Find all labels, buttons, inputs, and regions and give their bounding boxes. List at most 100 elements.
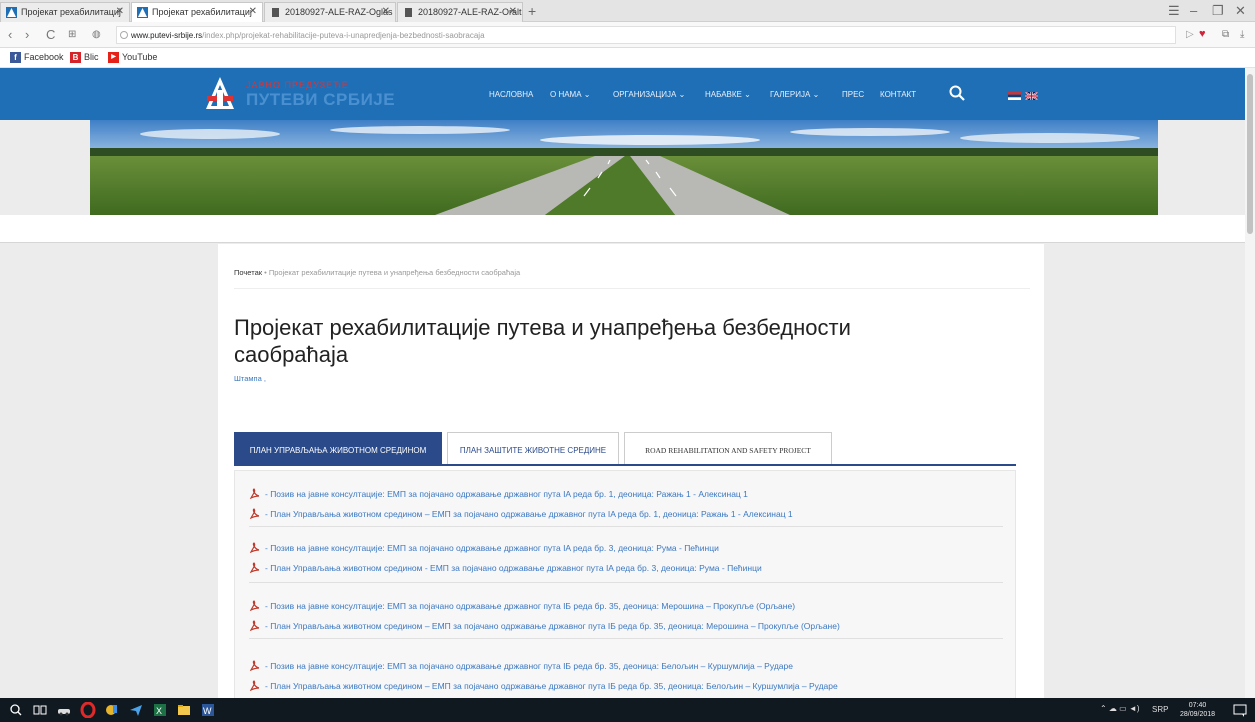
reload-icon[interactable]: C — [46, 27, 55, 42]
breadcrumb: Почетак • Пројекат рехабилитације путева… — [234, 268, 520, 277]
highway-illustration — [90, 120, 1158, 215]
breadcrumb-home[interactable]: Почетак — [234, 268, 262, 277]
document-group: - Позив на јавне консултације: ЕМП за по… — [249, 593, 1003, 639]
logo-title[interactable]: ПУТЕВИ СРБИЈЕ — [246, 90, 395, 110]
bookmark-label: Blic — [84, 52, 99, 62]
page-scrollbar[interactable] — [1245, 68, 1255, 698]
search-icon[interactable] — [8, 702, 24, 718]
tab-label: 20180927-ALE-RAZ-Oralt — [418, 7, 522, 17]
document-link[interactable]: - Позив на јавне консултације: ЕМП за по… — [249, 542, 719, 553]
nav-contact[interactable]: КОНТАКТ — [880, 90, 916, 99]
content-tabs: ПЛАН УПРАВЉАЊА ЖИВОТНОМ СРЕДИНОМ ПЛАН ЗА… — [234, 432, 1016, 466]
bookmark-facebook[interactable]: f Facebook — [10, 52, 64, 63]
restore-icon[interactable]: ❐ — [1212, 3, 1224, 19]
car-app-icon[interactable] — [56, 702, 72, 718]
notifications-icon[interactable] — [1232, 702, 1248, 718]
youtube-icon: ▶ — [108, 52, 119, 63]
document-link-text: - План Управљања животном средином – ЕМП… — [265, 621, 840, 631]
new-tab-button[interactable]: + — [528, 3, 536, 19]
site-info-icon[interactable]: ◍ — [92, 29, 101, 40]
browser-tab-strip: Пројекат рехабилитациј ✕ Пројекат рехаби… — [0, 0, 1255, 22]
scrollbar-thumb[interactable] — [1247, 74, 1253, 234]
document-icon — [405, 8, 412, 17]
tab-label: Пројекат рехабилитациј — [152, 7, 252, 17]
browser-tab-4[interactable]: 20180927-ALE-RAZ-Oralt ✕ — [397, 2, 523, 22]
file-explorer-icon[interactable] — [176, 702, 192, 718]
nav-label: НАБАВКЕ — [705, 90, 742, 99]
divider — [234, 288, 1030, 289]
tab-menu-icon[interactable]: ☰ — [1168, 3, 1180, 19]
document-link[interactable]: - План Управљања животном средином – ЕМП… — [249, 508, 793, 519]
close-tab-icon[interactable]: ✕ — [116, 6, 124, 17]
browser-tab-2[interactable]: Пројекат рехабилитациј ✕ — [131, 2, 263, 22]
nav-about[interactable]: О НАМА ⌄ — [550, 90, 591, 99]
chevron-down-icon: ⌄ — [583, 90, 591, 99]
browser-tab-3[interactable]: 20180927-ALE-RAZ-Oglas ✕ — [264, 2, 396, 22]
tab-label: 20180927-ALE-RAZ-Oglas — [285, 7, 393, 17]
document-link[interactable]: - План Управљања животном средином – ЕМП… — [249, 620, 840, 631]
snap-icon[interactable]: ▷ — [1186, 29, 1194, 40]
opera-icon[interactable] — [80, 702, 96, 718]
nav-press[interactable]: ПРЕС — [842, 90, 864, 99]
nav-procurement[interactable]: НАБАВКЕ ⌄ — [705, 90, 751, 99]
bookmark-youtube[interactable]: ▶ YouTube — [108, 52, 157, 63]
extensions-icon[interactable]: ⧉ — [1222, 29, 1229, 40]
nav-gallery[interactable]: ГАЛЕРИЈА ⌄ — [770, 90, 819, 99]
document-icon — [272, 8, 279, 17]
back-icon[interactable]: ‹ — [8, 27, 12, 42]
document-link[interactable]: - План Управљања животном средином – ЕМП… — [249, 680, 838, 691]
send-app-icon[interactable] — [128, 702, 144, 718]
tab-environmental-management-plan[interactable]: ПЛАН УПРАВЉАЊА ЖИВОТНОМ СРЕДИНОМ — [234, 432, 442, 464]
putevi-srbije-logo[interactable] — [205, 76, 235, 110]
print-link[interactable]: Штампа , — [234, 374, 266, 383]
chevron-down-icon: ⌄ — [812, 90, 820, 99]
heart-icon[interactable]: ♥ — [1199, 28, 1206, 40]
close-window-icon[interactable]: ✕ — [1235, 3, 1246, 19]
language-indicator[interactable]: SRP — [1152, 705, 1168, 714]
tab-road-rehabilitation-project[interactable]: ROAD REHABILITATION AND SAFETY PROJECT — [624, 432, 832, 464]
nav-home[interactable]: НАСЛОВНА — [489, 90, 533, 99]
close-tab-icon[interactable]: ✕ — [382, 6, 390, 17]
address-bar-row: ‹ › C ⊞ ◍ www.putevi-srbije.rs/index.php… — [0, 22, 1255, 48]
document-link[interactable]: - Позив на јавне консултације: ЕМП за по… — [249, 600, 796, 611]
url-field[interactable]: www.putevi-srbije.rs/index.php/projekat-… — [116, 26, 1176, 44]
minimize-icon[interactable]: – — [1190, 3, 1197, 18]
site-header: ЈАВНО ПРЕДУЗЕЋЕ ПУТЕВИ СРБИЈЕ НАСЛОВНА О… — [0, 68, 1255, 120]
browser-tab-1[interactable]: Пројекат рехабилитациј ✕ — [0, 2, 130, 22]
tray-icons[interactable]: ⌃ ☁ ▭ ◄) — [1100, 704, 1140, 713]
windows-taskbar: X W ⌃ ☁ ▭ ◄) SRP 07:40 28/09/2018 — [0, 698, 1255, 722]
serbian-flag-icon[interactable] — [1008, 92, 1021, 100]
document-link[interactable]: - Позив на јавне консултације: ЕМП за по… — [249, 660, 793, 671]
task-view-icon[interactable] — [32, 702, 48, 718]
url-path: /index.php/projekat-rehabilitacije-putev… — [202, 31, 485, 40]
search-icon[interactable] — [948, 84, 966, 102]
document-link[interactable]: - Позив на јавне консултације: ЕМП за по… — [249, 488, 748, 499]
close-tab-icon[interactable]: ✕ — [249, 6, 257, 17]
blic-icon: B — [70, 52, 81, 63]
close-tab-icon[interactable]: ✕ — [509, 6, 517, 17]
tab-environmental-protection-plan[interactable]: ПЛАН ЗАШТИТЕ ЖИВОТНЕ СРЕДИНЕ — [447, 432, 619, 464]
document-link-text: - Позив на јавне консултације: ЕМП за по… — [265, 661, 793, 671]
nav-label: ГАЛЕРИЈА — [770, 90, 811, 99]
document-group: - Позив на јавне консултације: ЕМП за по… — [249, 481, 1003, 527]
site-favicon-icon — [6, 7, 17, 18]
bookmark-blic[interactable]: B Blic — [70, 52, 99, 63]
excel-icon[interactable]: X — [152, 702, 168, 718]
pdf-icon — [249, 660, 260, 671]
document-link-text: - Позив на јавне консултације: ЕМП за по… — [265, 601, 796, 611]
forward-icon[interactable]: › — [25, 27, 29, 42]
tab-label: Пројекат рехабилитациј — [21, 7, 121, 17]
nav-organization[interactable]: ОРГАНИЗАЦИЈА ⌄ — [613, 90, 685, 99]
document-link-text: - План Управљања животном средином – ЕМП… — [265, 509, 793, 519]
download-icon[interactable]: ⤓ — [1240, 29, 1244, 40]
paint-app-icon[interactable] — [104, 702, 120, 718]
clock-date: 28/09/2018 — [1180, 711, 1216, 718]
uk-flag-icon[interactable] — [1025, 92, 1038, 100]
word-icon[interactable]: W — [200, 702, 216, 718]
pdf-icon — [249, 680, 260, 691]
clock[interactable]: 07:40 28/09/2018 — [1180, 701, 1215, 719]
speed-dial-icon[interactable]: ⊞ — [68, 29, 76, 40]
chevron-down-icon: ⌄ — [744, 90, 751, 99]
document-link[interactable]: - План Управљања животном средином - ЕМП… — [249, 562, 762, 573]
bookmark-label: Facebook — [24, 52, 64, 62]
